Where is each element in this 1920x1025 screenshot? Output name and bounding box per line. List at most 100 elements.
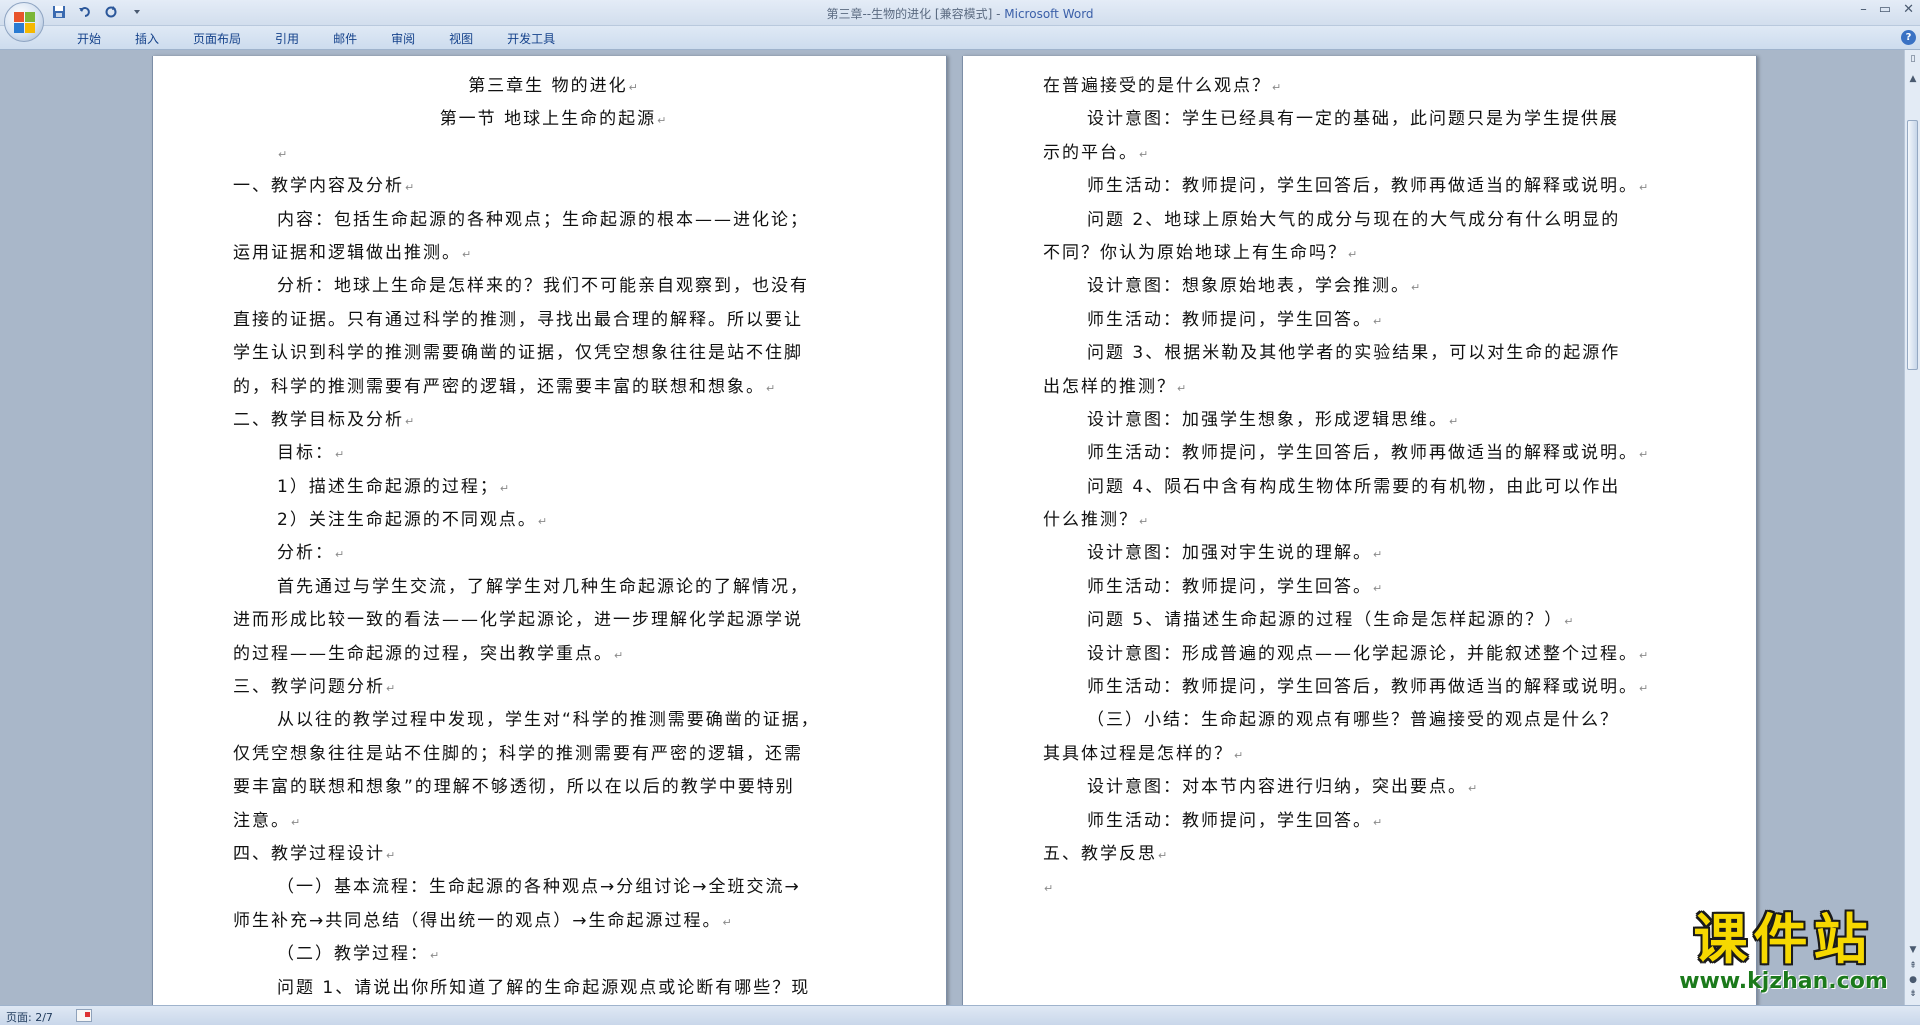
right-paragraph-line[interactable]: 问题 3、根据米勒及其他学者的实验结果，可以对生命的起源作 [1043, 337, 1683, 370]
status-bar: 页面: 2/7 [0, 1005, 1920, 1025]
left-paragraph-line[interactable]: （二）教学过程：↵ [233, 938, 873, 971]
paragraph-text: 三、教学问题分析 [233, 677, 385, 698]
right-paragraph-line[interactable]: 师生活动：教师提问，学生回答。↵ [1043, 304, 1683, 337]
right-paragraph-line[interactable]: 师生活动：教师提问，学生回答。↵ [1043, 571, 1683, 604]
right-paragraph-line[interactable]: 师生活动：教师提问，学生回答后，教师再做适当的解释或说明。↵ [1043, 671, 1683, 704]
right-paragraph-line[interactable]: 设计意图：想象原始地表，学会推测。↵ [1043, 270, 1683, 303]
right-paragraph-line[interactable]: 示的平台。↵ [1043, 137, 1683, 170]
paragraph-mark-icon: ↵ [1139, 515, 1149, 529]
right-paragraph-line[interactable]: 什么推测？↵ [1043, 504, 1683, 537]
right-paragraph-line[interactable]: 问题 4、陨石中含有构成生物体所需要的有机物，由此可以作出 [1043, 471, 1683, 504]
paragraph-text: 师生活动：教师提问，学生回答。 [1087, 576, 1372, 597]
left-paragraph-line[interactable]: 第一节 地球上生命的起源↵ [233, 103, 873, 136]
paragraph-text: 师生活动：教师提问，学生回答后，教师再做适当的解释或说明。 [1087, 677, 1638, 698]
right-paragraph-line[interactable]: 设计意图：加强对宇生说的理解。↵ [1043, 537, 1683, 570]
paragraph-text: 2）关注生命起源的不同观点。 [277, 510, 537, 531]
tab-insert[interactable]: 插入 [118, 30, 176, 48]
left-paragraph-line[interactable]: 运用证据和逻辑做出推测。↵ [233, 237, 873, 270]
left-paragraph-line[interactable]: 四、教学过程设计↵ [233, 838, 873, 871]
paragraph-text: 五、教学反思 [1043, 843, 1157, 864]
right-paragraph-line[interactable]: ↵ [1043, 871, 1683, 904]
right-paragraph-line[interactable]: 设计意图：加强学生想象，形成逻辑思维。↵ [1043, 404, 1683, 437]
previous-page-icon[interactable]: ⇞ [1906, 959, 1920, 973]
tab-references[interactable]: 引用 [258, 30, 316, 48]
left-paragraph-line[interactable]: 三、教学问题分析↵ [233, 671, 873, 704]
ruler-toggle-icon[interactable]: ▯ [1906, 52, 1920, 66]
paragraph-text: 一、教学内容及分析 [233, 176, 404, 197]
paragraph-text: 师生活动：教师提问，学生回答。 [1087, 810, 1372, 831]
right-paragraph-line[interactable]: 问题 2、地球上原始大气的成分与现在的大气成分有什么明显的 [1043, 204, 1683, 237]
select-browse-object-icon[interactable]: ● [1906, 973, 1920, 987]
left-paragraph-line[interactable]: 要丰富的联想和想象”的理解不够透彻，所以在以后的教学中要特别 [233, 771, 873, 804]
right-paragraph-line[interactable]: 设计意图：形成普遍的观点——化学起源论，并能叙述整个过程。↵ [1043, 638, 1683, 671]
minimize-icon[interactable]: – [1860, 2, 1867, 17]
paragraph-mark-icon: ↵ [386, 682, 396, 696]
right-paragraph-line[interactable]: 设计意图：对本节内容进行归纳，突出要点。↵ [1043, 771, 1683, 804]
paragraph-mark-icon: ↵ [1639, 648, 1649, 662]
paragraph-text: 问题 5、请描述生命起源的过程（生命是怎样起源的？） [1087, 610, 1564, 631]
left-paragraph-line[interactable]: 师生补充→共同总结（得出统一的观点）→生命起源过程。↵ [233, 905, 873, 938]
left-paragraph-line[interactable]: 首先通过与学生交流，了解学生对几种生命起源论的了解情况， [233, 571, 873, 604]
left-paragraph-line[interactable]: 一、教学内容及分析↵ [233, 170, 873, 203]
paragraph-text: 示的平台。 [1043, 142, 1138, 163]
paragraph-text: 第一节 地球上生命的起源 [439, 109, 657, 130]
tab-home[interactable]: 开始 [60, 30, 118, 48]
paragraph-text: 师生活动：教师提问，学生回答后，教师再做适当的解释或说明。 [1087, 443, 1638, 464]
left-paragraph-line[interactable]: 的，科学的推测需要有严密的逻辑，还需要丰富的联想和想象。↵ [233, 371, 873, 404]
paragraph-text: 内容：包括生命起源的各种观点；生命起源的根本——进化论； [277, 209, 809, 230]
right-paragraph-line[interactable]: 师生活动：教师提问，学生回答后，教师再做适当的解释或说明。↵ [1043, 437, 1683, 470]
office-button[interactable] [4, 2, 44, 42]
left-paragraph-line[interactable]: 学生认识到科学的推测需要确凿的证据，仅凭空想象往往是站不住脚 [233, 337, 873, 370]
next-page-icon[interactable]: ⇟ [1906, 987, 1920, 1001]
paragraph-text: 设计意图：加强学生想象，形成逻辑思维。 [1087, 409, 1448, 430]
paragraph-text: 学生认识到科学的推测需要确凿的证据，仅凭空想象往往是站不住脚 [233, 343, 803, 364]
right-paragraph-line[interactable]: 问题 5、请描述生命起源的过程（生命是怎样起源的？）↵ [1043, 604, 1683, 637]
tab-page-layout[interactable]: 页面布局 [176, 30, 258, 48]
left-paragraph-line[interactable]: 二、教学目标及分析↵ [233, 404, 873, 437]
tab-view[interactable]: 视图 [432, 30, 490, 48]
left-paragraph-line[interactable]: 目标：↵ [233, 437, 873, 470]
page-count[interactable]: 页面: 2/7 [6, 1009, 53, 1025]
vertical-scrollbar[interactable]: ▯ ▲ ▼ ⇞ ● ⇟ [1904, 50, 1920, 1005]
left-paragraph-line[interactable]: （一）基本流程：生命起源的各种观点→分组讨论→全班交流→ [233, 871, 873, 904]
paragraph-mark-icon: ↵ [499, 481, 510, 495]
left-paragraph-line[interactable]: 1）描述生命起源的过程；↵ [233, 471, 873, 504]
paragraph-text: 师生活动：教师提问，学生回答。 [1087, 309, 1372, 330]
maximize-icon[interactable]: ▭ [1879, 2, 1891, 17]
help-icon[interactable]: ? [1901, 30, 1916, 45]
document-area: 第三章生 物的进化↵ 第一节 地球上生命的起源↵ ↵ 一、教学内容及分析↵ 内容：包括生… [0, 50, 1904, 1005]
right-paragraph-line[interactable]: （三）小结：生命起源的观点有哪些？普遍接受的观点是什么？ [1043, 704, 1683, 737]
document-page-left[interactable]: 第三章生 物的进化↵ 第一节 地球上生命的起源↵ ↵ 一、教学内容及分析↵ 内容：包括生… [152, 56, 947, 1005]
right-paragraph-line[interactable]: 师生活动：教师提问，学生回答后，教师再做适当的解释或说明。↵ [1043, 170, 1683, 203]
right-paragraph-line[interactable]: 设计意图：学生已经具有一定的基础，此问题只是为学生提供展 [1043, 103, 1683, 136]
left-paragraph-line[interactable]: ↵ [233, 137, 873, 170]
left-paragraph-line[interactable]: 的过程——生命起源的过程，突出教学重点。↵ [233, 638, 873, 671]
right-paragraph-line[interactable]: 不同？你认为原始地球上有生命吗？↵ [1043, 237, 1683, 270]
scroll-up-icon[interactable]: ▲ [1906, 72, 1920, 86]
tab-review[interactable]: 审阅 [374, 30, 432, 48]
scroll-thumb[interactable] [1907, 120, 1918, 370]
left-paragraph-line[interactable]: 分析：地球上生命是怎样来的？我们不可能亲自观察到，也没有 [233, 270, 873, 303]
left-paragraph-line[interactable]: 分析：↵ [233, 537, 873, 570]
left-paragraph-line[interactable]: 内容：包括生命起源的各种观点；生命起源的根本——进化论； [233, 204, 873, 237]
left-paragraph-line[interactable]: 进而形成比较一致的看法——化学起源论，进一步理解化学起源学说 [233, 604, 873, 637]
right-paragraph-line[interactable]: 师生活动：教师提问，学生回答。↵ [1043, 805, 1683, 838]
left-paragraph-line[interactable]: 从以往的教学过程中发现，学生对“科学的推测需要确凿的证据， [233, 704, 873, 737]
left-paragraph-line[interactable]: 问题 1、请说出你所知道了解的生命起源观点或论断有哪些？现 [233, 972, 873, 1005]
right-paragraph-line[interactable]: 在普遍接受的是什么观点？↵ [1043, 70, 1683, 103]
tab-mailings[interactable]: 邮件 [316, 30, 374, 48]
right-paragraph-line[interactable]: 出怎样的推测？↵ [1043, 371, 1683, 404]
left-paragraph-line[interactable]: 2）关注生命起源的不同观点。↵ [233, 504, 873, 537]
proofing-status-icon[interactable] [76, 1009, 92, 1022]
tab-developer[interactable]: 开发工具 [490, 30, 572, 48]
paragraph-mark-icon: ↵ [1177, 381, 1187, 395]
scroll-down-icon[interactable]: ▼ [1906, 943, 1920, 957]
document-page-right[interactable]: 在普遍接受的是什么观点？↵ 设计意图：学生已经具有一定的基础，此问题只是为学生提供… [962, 56, 1757, 1005]
right-paragraph-line[interactable]: 其具体过程是怎样的？↵ [1043, 738, 1683, 771]
left-paragraph-line[interactable]: 直接的证据。只有通过科学的推测，寻找出最合理的解释。所以要让 [233, 304, 873, 337]
left-paragraph-line[interactable]: 注意。↵ [233, 805, 873, 838]
left-paragraph-line[interactable]: 仅凭空想象往往是站不住脚的；科学的推测需要有严密的逻辑，还需 [233, 738, 873, 771]
right-paragraph-line[interactable]: 五、教学反思↵ [1043, 838, 1683, 871]
left-paragraph-line[interactable]: 第三章生 物的进化↵ [233, 70, 873, 103]
close-icon[interactable]: ✕ [1903, 2, 1914, 17]
